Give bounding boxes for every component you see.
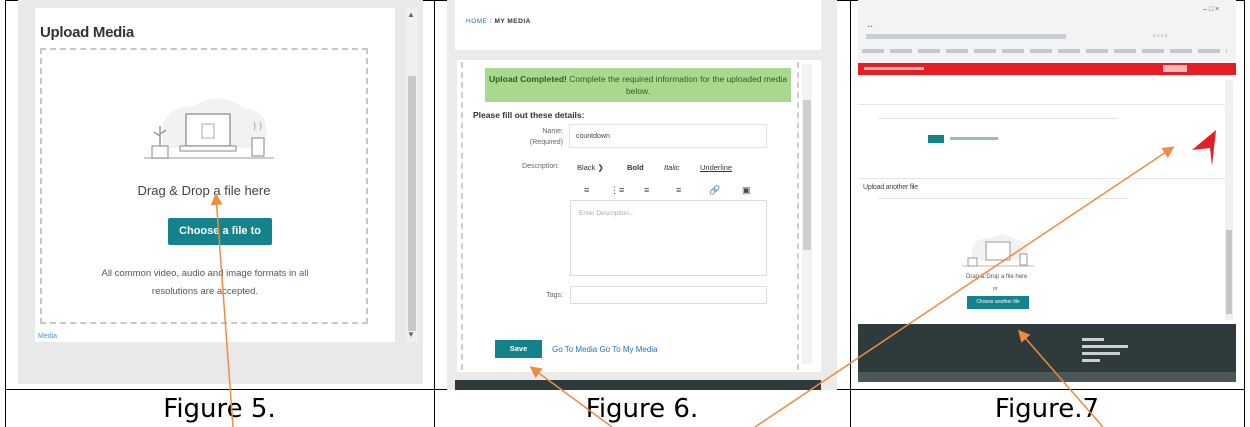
user-menu[interactable] [1163, 65, 1187, 72]
scrollbar-thumb[interactable] [1226, 230, 1232, 314]
window-controls-icon[interactable]: – □ × [1203, 6, 1219, 13]
save-button[interactable]: Save [495, 340, 542, 358]
scroll-up-icon[interactable]: ▲ [407, 10, 415, 19]
tags-input[interactable] [570, 286, 767, 304]
desk-illustration-icon [144, 98, 274, 159]
chevron-down-icon: ❯ [597, 163, 604, 172]
upload-another-label: Upload another file [863, 184, 918, 191]
breadcrumb-home[interactable]: HOME [466, 18, 488, 25]
divider [878, 118, 1118, 119]
banner-bold: Upload Completed! [488, 74, 567, 84]
choose-file-button[interactable]: Choose a file to upload [168, 218, 272, 264]
required-label: (Required) [529, 139, 563, 146]
italic-button[interactable]: Italic [664, 163, 679, 172]
divider [878, 198, 1128, 199]
footer-link[interactable] [1082, 345, 1128, 348]
site-top-links[interactable] [864, 67, 924, 70]
scrollbar[interactable] [802, 64, 812, 364]
scrollbar[interactable] [1225, 80, 1233, 320]
align-right-icon[interactable]: ≡ [676, 185, 681, 195]
format-value: Black [577, 163, 596, 172]
tab-strip: • • [868, 24, 873, 29]
description-placeholder: Enter Description... [579, 210, 635, 217]
footer-link[interactable] [1082, 338, 1104, 341]
description-label: Description: [522, 163, 559, 170]
breadcrumb: HOME / MY MEDIA [466, 18, 531, 25]
divider [858, 104, 1226, 105]
figure-6-caption: Figure 6. [585, 394, 699, 424]
or-text: or [993, 286, 998, 292]
figure-7-screenshot: – □ × • • ○ ○ ○ ○ Upload another file Dr… [858, 0, 1236, 384]
site-top-bar [858, 63, 1236, 75]
nav-links: Go To Media Go To My Media [552, 345, 658, 354]
link-icon[interactable]: 🔗 [709, 185, 720, 196]
image-icon[interactable]: ▣ [742, 185, 751, 196]
drag-drop-text: Drag & Drop a file here [966, 274, 1028, 280]
formats-text: All common video, audio and image format… [101, 268, 299, 279]
table-border-right [1244, 0, 1245, 427]
upload-completed-banner: Upload Completed! Complete the required … [485, 68, 791, 102]
banner-text: Complete the required information for th… [566, 74, 788, 96]
bold-button[interactable]: Bold [627, 163, 644, 172]
choose-another-file-button[interactable]: Choose another file [967, 296, 1029, 309]
small-action-button[interactable] [928, 135, 944, 143]
name-label: Name: [542, 128, 563, 135]
scrollbar-thumb[interactable] [803, 100, 811, 250]
go-to-my-media-link[interactable]: Go To My Media [599, 345, 657, 354]
table-border-mid2 [850, 0, 851, 427]
format-select[interactable]: Black ❯ [577, 163, 604, 172]
description-textarea[interactable]: Enter Description... [570, 200, 767, 276]
figure-5-screenshot: Upload Media Drag & Drop a file here Cho… [18, 0, 423, 384]
upload-media-title: Upload Media [40, 24, 134, 41]
scrollbar[interactable] [406, 8, 418, 342]
breadcrumb-separator: / [489, 18, 493, 25]
go-to-media-link[interactable]: Go To Media [552, 345, 597, 354]
divider [858, 178, 1226, 179]
desk-illustration-icon [962, 234, 1034, 267]
footer-link[interactable] [1082, 352, 1120, 355]
figure-5-caption: Figure 5. [163, 394, 276, 424]
drag-drop-text: Drag & Drop a file here [137, 183, 271, 198]
drop-zone[interactable]: Drag & Drop a file here Choose a file to… [40, 48, 368, 324]
fill-details-heading: Please fill out these details: [473, 110, 585, 120]
scrollbar-thumb[interactable] [408, 76, 416, 331]
name-input[interactable]: countdown [569, 124, 767, 148]
media-footnote-link[interactable]: Media [38, 333, 57, 340]
figure-6-screenshot: HOME / MY MEDIA Upload Completed! Comple… [447, 0, 837, 390]
formats-note: All common video, audio and image format… [62, 265, 348, 301]
address-bar[interactable] [866, 34, 1066, 39]
red-pointer-icon [1192, 130, 1216, 166]
site-footer [858, 324, 1236, 382]
table-border-mid1 [434, 0, 435, 427]
footer-copyright-bar [858, 372, 1236, 382]
table-border-left [5, 0, 6, 427]
breadcrumb-current: MY MEDIA [494, 18, 531, 25]
name-value: countdown [576, 133, 610, 140]
align-center-icon[interactable]: ≡ [644, 185, 649, 195]
figure-7-caption: Figure.7 [994, 394, 1100, 424]
tags-label: Tags: [546, 292, 563, 299]
footer-link[interactable] [1082, 359, 1100, 362]
align-left-icon[interactable]: ≡ [584, 185, 589, 195]
formats-text-2: resolutions are accepted. [151, 286, 259, 297]
underline-button[interactable]: Underline [700, 163, 732, 172]
toolbar-icons[interactable]: ○ ○ ○ ○ [1153, 33, 1168, 38]
page-body [858, 75, 1226, 325]
browser-chrome: – □ × • • ○ ○ ○ ○ [858, 0, 1236, 63]
small-action-links[interactable] [950, 137, 998, 140]
bookmarks-bar[interactable] [862, 49, 1227, 53]
formats-all-link[interactable]: all [299, 268, 309, 279]
breadcrumb-bar: HOME / MY MEDIA [455, 0, 821, 50]
list-icon[interactable]: ⋮≡ [610, 185, 624, 196]
footer-bar [455, 380, 821, 390]
scroll-down-icon[interactable]: ▼ [407, 330, 415, 339]
